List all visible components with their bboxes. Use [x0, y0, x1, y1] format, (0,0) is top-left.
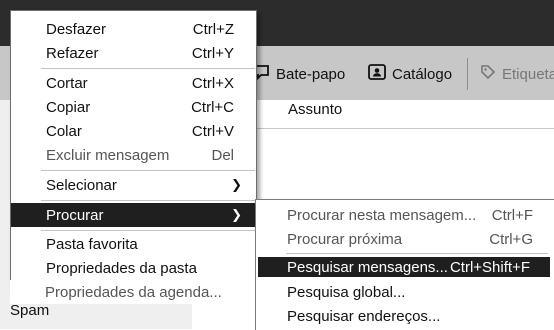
- submenu-separator: [286, 253, 548, 254]
- menu-separator: [41, 68, 255, 69]
- tags-button[interactable]: Etiqueta: [480, 61, 554, 87]
- folder-spam[interactable]: Spam: [10, 302, 49, 319]
- subject-column-header[interactable]: Assunto: [288, 101, 342, 118]
- catalog-label: Catálogo: [392, 65, 453, 83]
- menu-item-folder-properties[interactable]: Propriedades da pasta: [11, 256, 256, 280]
- menu-separator: [41, 170, 255, 171]
- chat-button[interactable]: Bate-papo: [254, 61, 345, 87]
- menu-separator: [41, 200, 255, 201]
- find-submenu: Procurar nesta mensagem... Ctrl+F Procur…: [255, 199, 554, 330]
- menu-item-favorite-folder[interactable]: Pasta favorita: [11, 232, 256, 256]
- toolbar-separator: [467, 58, 468, 90]
- menu-item-select[interactable]: Selecionar ❯: [11, 173, 256, 197]
- menu-item-calendar-properties[interactable]: Propriedades da agenda...: [10, 280, 255, 304]
- tags-label: Etiqueta: [502, 65, 554, 83]
- menu-item-copy[interactable]: Copiar Ctrl+C: [11, 95, 256, 119]
- chevron-right-icon: ❯: [231, 207, 242, 222]
- menu-item-redo[interactable]: Refazer Ctrl+Y: [11, 41, 256, 65]
- menu-item-cut[interactable]: Cortar Ctrl+X: [11, 71, 256, 95]
- menu-item-undo[interactable]: Desfazer Ctrl+Z: [11, 17, 256, 41]
- menu-item-delete-message[interactable]: Excluir mensagem Del: [11, 143, 256, 167]
- submenu-item-search-messages[interactable]: Pesquisar mensagens... Ctrl+Shift+F: [258, 257, 550, 277]
- catalog-button[interactable]: Catálogo: [368, 61, 452, 87]
- message-list-header: Assunto: [255, 100, 554, 129]
- submenu-item-search-addresses[interactable]: Pesquisar endereços...: [256, 304, 554, 328]
- context-menu: Desfazer Ctrl+Z Refazer Ctrl+Y Cortar Ct…: [10, 10, 257, 288]
- chevron-right-icon: ❯: [231, 177, 242, 192]
- menu-item-find[interactable]: Procurar ❯: [11, 203, 256, 227]
- menu-item-paste[interactable]: Colar Ctrl+V: [11, 119, 256, 143]
- tag-icon: [480, 64, 496, 84]
- address-book-icon: [368, 64, 386, 84]
- submenu-item-find-next[interactable]: Procurar próxima Ctrl+G: [256, 227, 554, 251]
- chat-label: Bate-papo: [276, 65, 346, 83]
- menu-separator: [41, 230, 255, 231]
- submenu-item-find-in-message[interactable]: Procurar nesta mensagem... Ctrl+F: [256, 203, 554, 227]
- submenu-item-global-search[interactable]: Pesquisa global...: [256, 280, 554, 304]
